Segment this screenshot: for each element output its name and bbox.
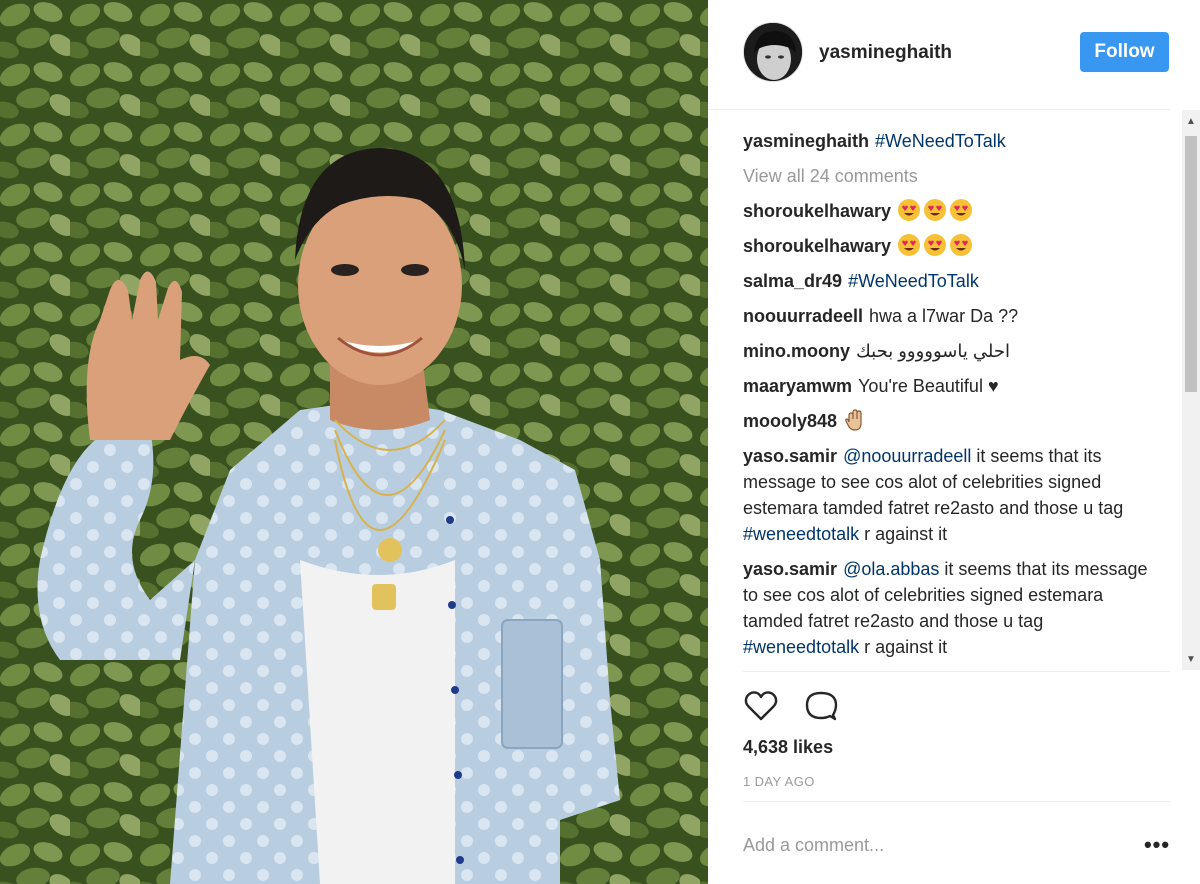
- comment-username[interactable]: yaso.samir: [743, 559, 837, 579]
- heart-eyes-emoji: [898, 234, 921, 256]
- post-header: yasmineghaith Follow: [708, 0, 1170, 110]
- list-item: shoroukelhawary: [743, 198, 1153, 224]
- comment-username[interactable]: shoroukelhawary: [743, 236, 891, 256]
- view-all-comments-link[interactable]: View all 24 comments: [743, 163, 1153, 189]
- comment-text-after: r against it: [859, 524, 948, 544]
- comments-list: yasmineghaith #WeNeedToTalk View all 24 c…: [743, 128, 1153, 671]
- divider: [743, 801, 1170, 802]
- author-username[interactable]: yasmineghaith: [819, 42, 952, 64]
- comment-username[interactable]: noouurradeell: [743, 306, 863, 326]
- post-photo: [0, 0, 708, 884]
- avatar[interactable]: [743, 22, 803, 82]
- caption-hashtag[interactable]: #WeNeedToTalk: [875, 131, 1006, 151]
- heart-eyes-emoji-group: [897, 199, 975, 221]
- like-button[interactable]: [743, 688, 779, 724]
- raised-hand-emoji: [845, 409, 862, 431]
- heart-eyes-emoji-group: [897, 234, 975, 256]
- more-options-icon[interactable]: •••: [1142, 832, 1172, 858]
- comment-mention[interactable]: @noouurradeell: [843, 446, 971, 466]
- comment-hashtag[interactable]: #weneedtotalk: [743, 637, 859, 657]
- heart-eyes-emoji: [950, 234, 973, 256]
- heart-icon: [744, 691, 778, 721]
- list-item: yaso.samir @noouurradeell it seems that i…: [743, 443, 1153, 547]
- list-item: shoroukelhawary: [743, 233, 1153, 259]
- comment-hashtag[interactable]: #WeNeedToTalk: [848, 271, 979, 291]
- list-item: maaryamwm You're Beautiful ♥: [743, 373, 1153, 399]
- heart-eyes-emoji: [924, 234, 947, 256]
- comment-bubble-icon: [805, 691, 838, 721]
- caption-username[interactable]: yasmineghaith: [743, 131, 869, 151]
- comment-text: احلي ياسووووو بحبك: [856, 341, 1010, 361]
- likes-count[interactable]: 4,638 likes: [743, 737, 833, 758]
- comments-scrollbar[interactable]: ▲ ▼: [1182, 110, 1200, 670]
- comment-text: hwa a l7war Da ??: [869, 306, 1019, 326]
- comment-hashtag[interactable]: #weneedtotalk: [743, 524, 859, 544]
- comment-username[interactable]: moooly848: [743, 411, 837, 431]
- scroll-up-arrow-icon[interactable]: ▲: [1182, 112, 1200, 130]
- scroll-down-arrow-icon[interactable]: ▼: [1182, 650, 1200, 668]
- comment-username[interactable]: mino.moony: [743, 341, 850, 361]
- divider: [743, 671, 1170, 672]
- caption: yasmineghaith #WeNeedToTalk: [743, 128, 1153, 154]
- avatar-image: [744, 23, 802, 81]
- person-waving-photo: [0, 0, 708, 884]
- comment-username[interactable]: shoroukelhawary: [743, 201, 891, 221]
- comment-username[interactable]: salma_dr49: [743, 271, 842, 291]
- follow-button[interactable]: Follow: [1080, 32, 1169, 72]
- comment-text: You're Beautiful ♥: [858, 376, 999, 396]
- post-details-panel: yasmineghaith Follow yasmineghaith #WeNee…: [708, 0, 1200, 884]
- add-comment-input[interactable]: [743, 830, 1103, 860]
- list-item: salma_dr49 #WeNeedToTalk: [743, 268, 1153, 294]
- list-item: moooly848: [743, 408, 1153, 434]
- scrollbar-thumb[interactable]: [1185, 136, 1197, 392]
- heart-eyes-emoji: [924, 199, 947, 221]
- comment-text-after: r against it: [859, 637, 948, 657]
- heart-eyes-emoji: [898, 199, 921, 221]
- comment-username[interactable]: maaryamwm: [743, 376, 852, 396]
- comment-button[interactable]: [803, 688, 839, 724]
- list-item: yaso.samir @ola.abbas it seems that its m…: [743, 556, 1153, 660]
- post-timestamp: 1 DAY AGO: [743, 774, 815, 789]
- comment-username[interactable]: yaso.samir: [743, 446, 837, 466]
- heart-eyes-emoji: [950, 199, 973, 221]
- comment-mention[interactable]: @ola.abbas: [843, 559, 939, 579]
- list-item: mino.moony احلي ياسووووو بحبك: [743, 338, 1153, 364]
- list-item: noouurradeell hwa a l7war Da ??: [743, 303, 1153, 329]
